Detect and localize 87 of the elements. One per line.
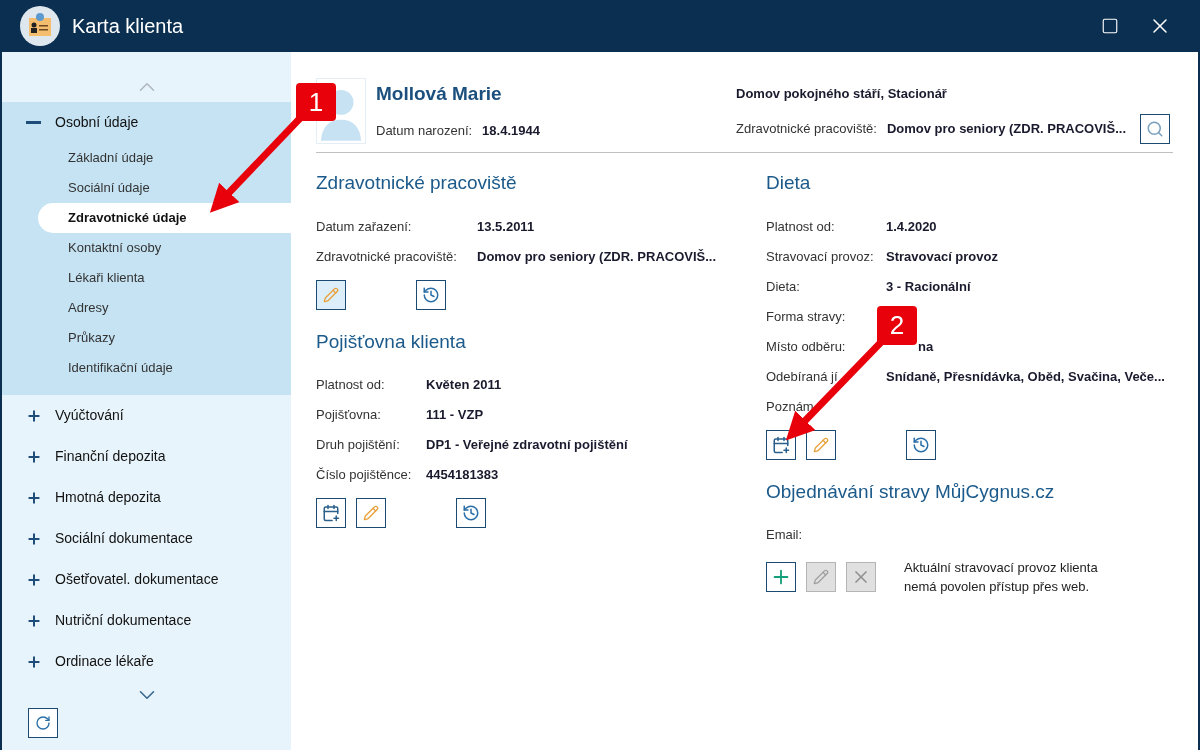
field-label: Odebíraná jí — [766, 368, 838, 384]
sidebar-group[interactable]: Hmotná depozita — [2, 477, 291, 518]
sidebar-group[interactable]: Nutriční dokumentace — [2, 600, 291, 641]
field-value: 1.4.2020 — [886, 217, 937, 236]
field-value: 3 - Racionální — [886, 277, 971, 296]
calendar-plus-icon — [772, 435, 790, 454]
add-period-button[interactable] — [316, 498, 346, 528]
sidebar-group[interactable]: Ošetřovatel. dokumentace — [2, 559, 291, 600]
history-icon — [422, 285, 440, 304]
field-label: Zdravotnické pracoviště: — [316, 248, 457, 264]
expand-icon — [26, 530, 42, 547]
history-button[interactable] — [906, 429, 936, 460]
sidebar-item[interactable]: Sociální údaje — [38, 173, 291, 203]
field-value: na — [917, 337, 934, 356]
field-label: Dieta: — [766, 278, 800, 294]
maximize-icon — [1101, 17, 1119, 35]
section-title: Zdravotnické pracoviště — [316, 171, 518, 195]
callout-badge: 2 — [877, 306, 917, 345]
facility-name: Domov pokojného stáří, Stacionář — [736, 85, 948, 103]
field-label: Forma stravy: — [766, 308, 846, 324]
edit-button[interactable] — [316, 279, 346, 310]
field-label: Datum narození: — [376, 121, 473, 140]
sidebar-group[interactable]: Sociální dokumentace — [2, 518, 291, 559]
field-label: Zdravotnické pracoviště: — [736, 119, 877, 138]
client-card-icon — [20, 6, 60, 46]
history-button[interactable] — [456, 498, 486, 528]
section-title: Dieta — [766, 171, 812, 195]
expand-icon — [26, 489, 42, 506]
field-label: Platnost od: — [316, 377, 385, 393]
field-label: Email: — [766, 527, 803, 543]
field-value: DP1 - Veřejné zdravotní pojištění — [426, 436, 628, 455]
refresh-icon — [35, 715, 51, 731]
history-button[interactable] — [416, 279, 446, 310]
edit-button[interactable] — [356, 498, 386, 528]
pencil-icon — [813, 569, 829, 585]
field-value: 111 - VZP — [426, 406, 484, 425]
expand-icon — [26, 612, 42, 629]
field-label: Pojišťovna: — [316, 407, 381, 423]
calendar-plus-icon — [322, 504, 340, 522]
field-label: Platnost od: — [766, 218, 835, 234]
expand-icon — [26, 571, 42, 588]
expand-icon — [26, 448, 42, 465]
search-button[interactable] — [1140, 113, 1170, 144]
field-value: Domov pro seniory (ZDR. PRACOVIŠ... — [886, 119, 1126, 138]
expand-icon — [26, 653, 42, 670]
window-title: Karta klienta — [72, 14, 184, 39]
sidebar-group[interactable]: Ordinace lékaře — [2, 641, 291, 682]
sidebar-item[interactable]: Průkazy — [38, 323, 291, 353]
pencil-icon — [813, 436, 829, 453]
field-value: Květen 2011 — [426, 376, 502, 395]
edit-button[interactable] — [806, 429, 836, 460]
field-label: Místo odběru: — [766, 338, 846, 354]
pencil-icon — [323, 286, 339, 303]
sidebar-group[interactable]: Vyúčtování — [2, 395, 291, 436]
refresh-button[interactable] — [28, 708, 58, 738]
field-label: Datum zařazení: — [316, 218, 412, 234]
section-title: Pojišťovna klienta — [316, 329, 467, 354]
field-label: Číslo pojištěnce: — [316, 467, 412, 483]
field-label: Poznám — [766, 398, 814, 414]
sidebar-group[interactable]: Osobní údaje — [2, 102, 291, 143]
sidebar-item[interactable]: Kontaktní osoby — [38, 233, 291, 263]
search-icon — [1146, 119, 1164, 138]
field-label: Druh pojištění: — [316, 437, 400, 453]
access-note: Aktuální stravovací provoz klienta nemá povolen přístup přes web. — [904, 559, 1099, 596]
add-period-button[interactable] — [766, 429, 796, 460]
sidebar-item[interactable]: Identifikační údaje — [38, 353, 291, 383]
sidebar-item[interactable]: Lékaři klienta — [38, 263, 291, 293]
sidebar-group[interactable]: Finanční depozita — [2, 436, 291, 477]
field-value: Stravovací provoz — [886, 247, 998, 266]
field-value: Snídaně, Přesnídávka, Oběd, Svačina, Veče... — [886, 367, 1165, 386]
sidebar-item[interactable]: Základní údaje — [38, 143, 291, 173]
field-value: 13.5.2011 — [477, 217, 535, 236]
sidebar-item[interactable]: Zdravotnické údaje — [38, 203, 291, 233]
callout-badge: 1 — [296, 83, 336, 121]
history-icon — [462, 504, 480, 522]
section-title: Objednávání stravy MůjCygnus.cz — [766, 479, 1056, 504]
sidebar-item[interactable]: Adresy — [38, 293, 291, 323]
client-name: Mollová Marie — [376, 82, 503, 106]
pencil-icon — [363, 505, 379, 521]
field-label: Stravovací provoz: — [766, 248, 874, 264]
add-button[interactable] — [766, 562, 796, 592]
field-value: 4454181383 — [426, 466, 499, 485]
field-value: 18.4.1944 — [482, 121, 540, 140]
expand-icon — [26, 407, 42, 424]
history-icon — [912, 435, 930, 454]
field-value: Domov pro seniory (ZDR. PRACOVIŠ... — [477, 247, 717, 266]
collapse-icon — [26, 121, 41, 124]
